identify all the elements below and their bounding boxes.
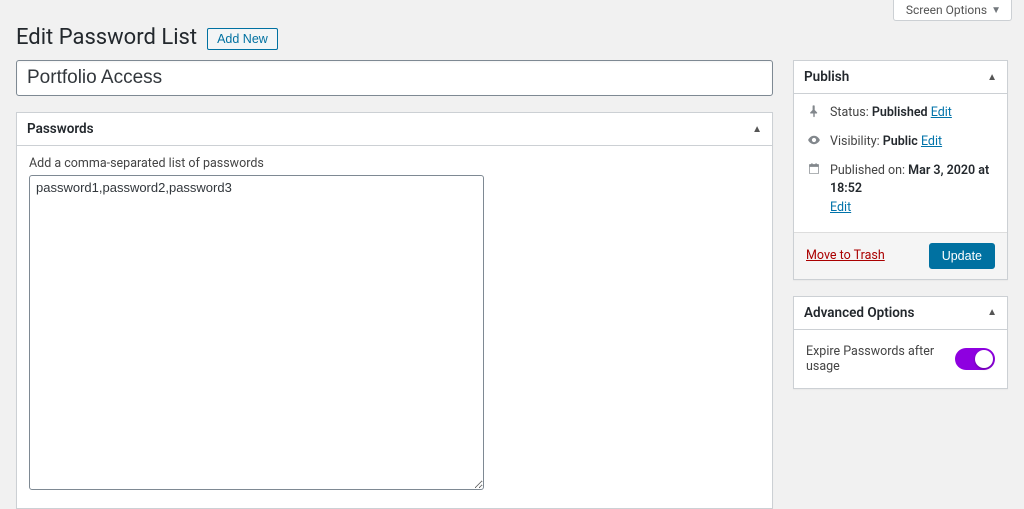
passwords-panel: Passwords ▲ Add a comma-separated list o… <box>16 112 773 509</box>
expire-passwords-label: Expire Passwords after usage <box>806 344 955 374</box>
chevron-down-icon: ▼ <box>991 5 1001 16</box>
screen-options-label: Screen Options <box>906 3 987 17</box>
visibility-text: Visibility: Public Edit <box>830 133 995 152</box>
publish-panel: Publish ▲ Status: Published Edit <box>793 60 1008 280</box>
move-to-trash-link[interactable]: Move to Trash <box>806 248 885 263</box>
title-input[interactable] <box>16 60 773 96</box>
caret-up-icon: ▲ <box>987 72 997 83</box>
passwords-field-label: Add a comma-separated list of passwords <box>29 156 760 171</box>
update-button[interactable]: Update <box>929 243 995 269</box>
passwords-panel-header[interactable]: Passwords ▲ <box>17 113 772 146</box>
eye-icon <box>806 133 822 154</box>
status-text: Status: Published Edit <box>830 104 995 123</box>
published-on-text: Published on: Mar 3, 2020 at 18:52 Edit <box>830 162 995 218</box>
page-title: Edit Password List <box>16 25 197 50</box>
caret-up-icon: ▲ <box>752 124 762 135</box>
add-new-button[interactable]: Add New <box>207 28 278 50</box>
pin-icon <box>806 104 822 125</box>
advanced-options-panel: Advanced Options ▲ Expire Passwords afte… <box>793 296 1008 389</box>
publish-panel-title: Publish <box>804 69 849 85</box>
caret-up-icon: ▲ <box>987 307 997 318</box>
passwords-panel-title: Passwords <box>27 121 94 137</box>
edit-date-link[interactable]: Edit <box>830 200 851 215</box>
edit-status-link[interactable]: Edit <box>931 105 952 120</box>
edit-visibility-link[interactable]: Edit <box>921 134 942 149</box>
expire-passwords-toggle[interactable] <box>955 348 995 370</box>
screen-options-toggle[interactable]: Screen Options ▼ <box>893 0 1012 21</box>
advanced-options-header[interactable]: Advanced Options ▲ <box>794 297 1007 330</box>
publish-panel-header[interactable]: Publish ▲ <box>794 61 1007 94</box>
passwords-textarea[interactable] <box>29 175 484 490</box>
toggle-knob <box>975 350 993 368</box>
calendar-icon <box>806 162 822 183</box>
advanced-options-title: Advanced Options <box>804 305 914 321</box>
